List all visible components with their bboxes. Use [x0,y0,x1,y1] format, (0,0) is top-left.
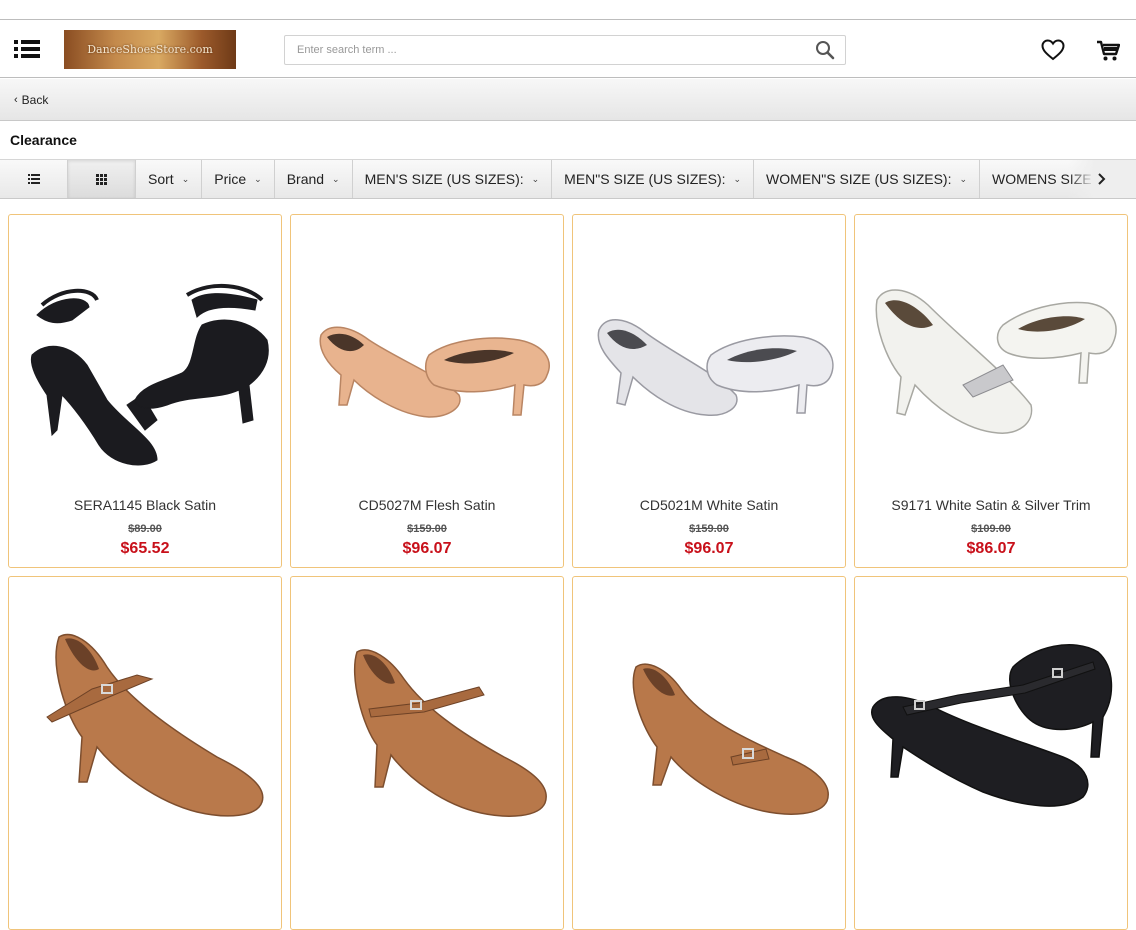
filter-toolbar: Sort ⌄ Price ⌄ Brand ⌄ MEN'S SIZE (US SIZES… [0,159,1136,199]
wishlist-heart-icon[interactable] [1041,39,1065,61]
chevron-down-icon: ⌄ [959,173,968,184]
grid-view-icon [96,173,107,185]
product-card[interactable] [854,576,1128,930]
brand-filter[interactable]: Brand ⌄ [275,160,353,198]
product-image-tan-satin-strap-pump-2 [353,649,547,817]
chevron-right-icon [1098,173,1106,185]
search-icon[interactable] [805,36,845,64]
product-old-price: $89.00 [128,523,162,535]
back-bar: ‹ Back [0,79,1136,121]
product-card[interactable]: CD5021M White Satin $159.00 $96.07 [572,214,846,568]
top-strip [0,0,1136,20]
back-button[interactable]: ‹ Back [14,93,48,107]
product-name: S9171 White Satin & Silver Trim [891,497,1091,513]
chevron-left-icon: ‹ [14,93,18,106]
product-image-flesh-satin-pump [319,326,550,418]
product-card[interactable] [8,576,282,930]
sort-dropdown[interactable]: Sort ⌄ [136,160,203,198]
product-name: CD5027M Flesh Satin [358,497,496,513]
mens-size-filter-2[interactable]: MEN"S SIZE (US SIZES): ⌄ [552,160,755,198]
product-card[interactable] [290,576,564,930]
product-image-tan-satin-buckle-pump [632,663,829,815]
product-card[interactable]: CD5027M Flesh Satin $159.00 $96.07 [290,214,564,568]
product-image-white-satin-silver-trim-pump [875,289,1117,434]
search-input[interactable] [285,36,805,64]
price-filter[interactable]: Price ⌄ [202,160,275,198]
product-image-white-satin-pump [597,319,834,416]
product-image-tan-satin-strap-pump [46,633,264,817]
product-card[interactable]: S9171 White Satin & Silver Trim $109.00 … [854,214,1128,568]
grid-view-button[interactable] [68,160,136,198]
product-old-price: $159.00 [407,523,447,535]
menu-icon[interactable] [14,39,40,59]
list-view-icon [27,174,40,184]
list-view-button[interactable] [0,160,68,198]
brand-filter-label: Brand [286,171,325,187]
page-title: Clearance [10,132,77,148]
product-name: SERA1145 Black Satin [73,497,217,513]
product-old-price: $159.00 [689,523,729,535]
product-name: CD5021M White Satin [639,497,779,513]
chevron-down-icon: ⌄ [181,173,190,184]
product-old-price: $109.00 [971,523,1011,535]
mens-size-label: MEN'S SIZE (US SIZES): [364,171,524,187]
product-sale-price: $65.52 [120,540,170,557]
product-card[interactable]: SERA1145 Black Satin $89.00 $65.52 [8,214,282,568]
chevron-down-icon: ⌄ [254,173,262,184]
product-card[interactable] [572,576,846,930]
mens-size-filter[interactable]: MEN'S SIZE (US SIZES): ⌄ [353,160,553,198]
sort-label: Sort [148,171,174,187]
womens-size-filter[interactable]: WOMEN"S SIZE (US SIZES): ⌄ [754,160,981,198]
search-box [284,35,846,65]
chevron-down-icon: ⌄ [531,173,540,184]
cart-icon[interactable] [1096,40,1121,62]
chevron-down-icon: ⌄ [332,173,340,184]
chevron-down-icon: ⌄ [733,173,742,184]
product-sale-price: $96.07 [684,540,734,557]
product-image-black-strappy-sandal [30,283,269,466]
womens-size-label: WOMEN"S SIZE (US SIZES): [766,171,952,187]
mens-size-label-2: MEN"S SIZE (US SIZES): [564,171,726,187]
filter-scroll-right-button[interactable] [1068,160,1136,198]
product-sale-price: $86.07 [966,540,1016,557]
logo-text: DanceShoesStore.com [87,43,213,56]
back-label: Back [21,92,49,107]
product-image-black-cross-strap-shoe [871,644,1113,807]
store-logo[interactable]: DanceShoesStore.com [64,30,236,69]
product-sale-price: $96.07 [402,540,452,557]
price-filter-label: Price [214,171,247,187]
